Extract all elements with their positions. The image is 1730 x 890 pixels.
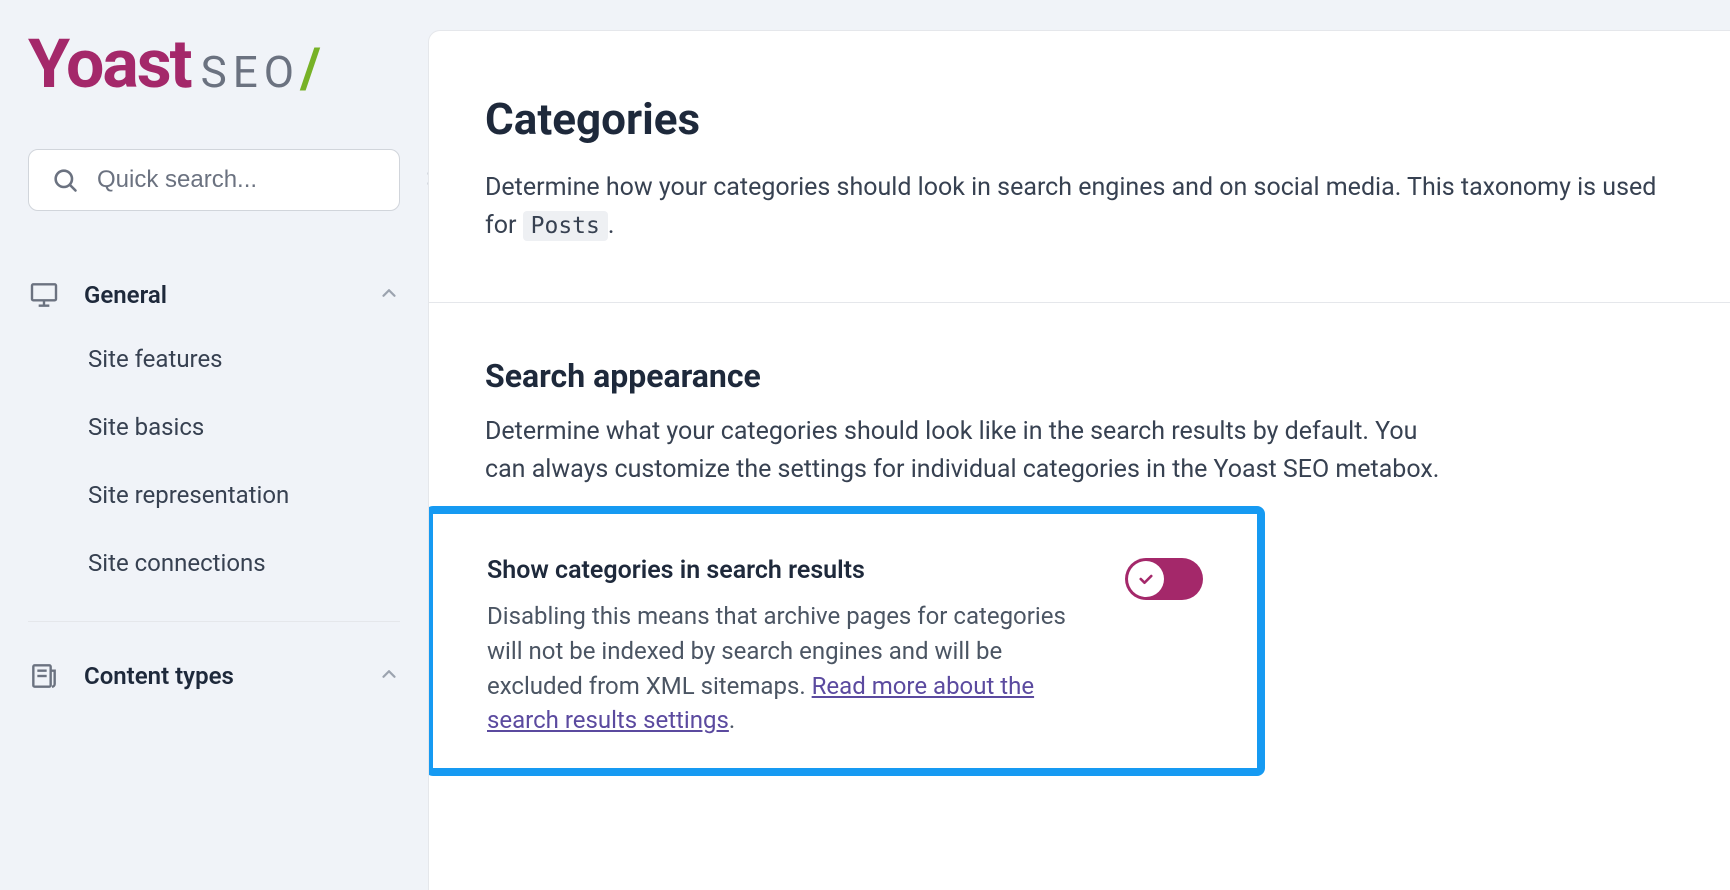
page-title: Categories	[485, 93, 1674, 145]
nav-section-general: General Site features Site basics Site r…	[28, 265, 400, 597]
main-panel: Categories Determine how your categories…	[428, 30, 1730, 890]
sidebar-item-site-connections[interactable]: Site connections	[88, 529, 400, 597]
chevron-up-icon	[378, 663, 400, 689]
page-desc-prefix: Determine how your categories should loo…	[485, 173, 1656, 240]
sidebar-divider	[28, 621, 400, 622]
search-box[interactable]: ⌘K	[28, 149, 400, 211]
search-icon	[51, 164, 79, 196]
toggle-desc-after: .	[729, 706, 735, 734]
show-in-search-toggle[interactable]	[1125, 558, 1203, 600]
nav-label-general: General	[84, 281, 354, 309]
newspaper-icon	[28, 660, 60, 692]
taxonomy-chip: Posts	[523, 211, 608, 241]
sidebar-item-site-features[interactable]: Site features	[88, 325, 400, 393]
nav-items-general: Site features Site basics Site represent…	[28, 325, 400, 597]
search-input[interactable]	[97, 166, 407, 194]
section-title-search-appearance: Search appearance	[485, 357, 1674, 395]
brand-suffix: SEO	[201, 46, 300, 98]
sidebar: Yoast SEO/ ⌘K	[0, 0, 428, 890]
highlight-box: Show categories in search results Disabl…	[428, 506, 1265, 776]
page-desc-suffix: .	[608, 211, 615, 240]
brand-slash: /	[300, 35, 321, 101]
sidebar-item-site-representation[interactable]: Site representation	[88, 461, 400, 529]
nav-header-content-types[interactable]: Content types	[28, 646, 400, 706]
nav-header-general[interactable]: General	[28, 265, 400, 325]
sidebar-item-site-basics[interactable]: Site basics	[88, 393, 400, 461]
toggle-knob	[1128, 561, 1164, 597]
toggle-content: Show categories in search results Disabl…	[487, 556, 1085, 738]
section-desc-search-appearance: Determine what your categories should lo…	[485, 413, 1445, 488]
toggle-label: Show categories in search results	[487, 556, 1085, 585]
brand-logo: Yoast SEO/	[28, 30, 400, 101]
main-inner: Categories Determine how your categories…	[429, 31, 1730, 776]
check-icon	[1137, 570, 1155, 588]
chevron-up-icon	[378, 282, 400, 308]
app-root: Yoast SEO/ ⌘K	[0, 0, 1730, 890]
page-description: Determine how your categories should loo…	[485, 169, 1674, 244]
toggle-description: Disabling this means that archive pages …	[487, 599, 1085, 738]
nav-label-content-types: Content types	[84, 662, 354, 690]
desktop-icon	[28, 279, 60, 311]
brand-name: Yoast	[28, 30, 191, 98]
section-divider	[429, 302, 1730, 303]
nav-section-content-types: Content types	[28, 646, 400, 706]
